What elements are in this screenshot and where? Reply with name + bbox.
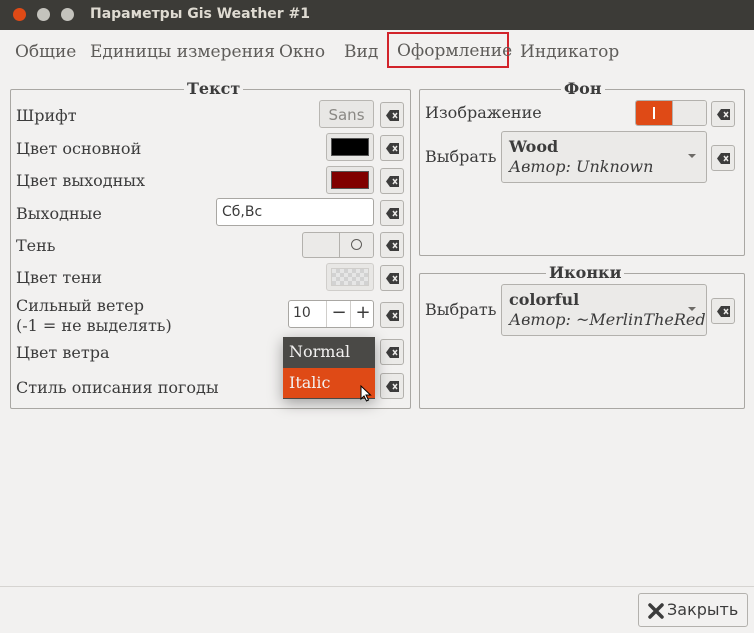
background-theme-clear-button[interactable] [711, 145, 735, 171]
main-color-clear-button[interactable] [380, 135, 404, 161]
background-image-label: Изображение [425, 103, 542, 122]
background-select-label: Выбрать [425, 147, 497, 166]
switch-knob [672, 101, 706, 125]
icons-theme-combo[interactable]: colorful Автор: ~MerlinTheRed [501, 284, 707, 336]
window-maximize-button[interactable] [61, 8, 74, 21]
backspace-icon [386, 273, 399, 284]
tab-view[interactable]: Вид [344, 42, 378, 62]
weekend-clear-button[interactable] [380, 200, 404, 226]
strong-wind-hint: (-1 = не выделять) [16, 316, 172, 335]
popup-item-normal[interactable]: Normal [283, 337, 375, 367]
weekend-input[interactable]: Сб,Вс [216, 198, 374, 226]
weather-style-label: Стиль описания погоды [16, 378, 219, 397]
background-frame: Фон Изображение Выбрать Wood Автор: Unkn… [419, 79, 745, 256]
shadow-switch-knob [339, 233, 373, 257]
backspace-icon [386, 208, 399, 219]
mouse-cursor-icon [360, 385, 372, 402]
icons-frame-title: Иконки [546, 263, 625, 282]
strong-wind-spinner[interactable]: 10 − + [288, 300, 374, 328]
tab-appearance[interactable]: Оформление [387, 32, 513, 68]
tab-appearance-label: Оформление [397, 41, 513, 61]
background-theme-name: Wood [509, 137, 559, 156]
tab-bar: Общие Единицы измерения Окно Вид Индикат… [0, 30, 754, 73]
weekend-label: Выходные [16, 204, 102, 223]
strong-wind-clear-button[interactable] [380, 302, 404, 328]
backspace-icon [717, 153, 730, 164]
tab-window[interactable]: Окно [279, 42, 325, 62]
backspace-icon [386, 240, 399, 251]
tab-general[interactable]: Общие [15, 42, 76, 62]
close-button-label: Закрыть [667, 600, 739, 619]
weather-style-clear-button[interactable] [380, 373, 404, 399]
minus-icon[interactable]: − [326, 301, 351, 327]
weekend-color-label: Цвет выходных [16, 171, 146, 190]
window-title: Параметры Gis Weather #1 [90, 6, 311, 22]
font-clear-button[interactable] [380, 102, 404, 128]
backspace-icon [386, 347, 399, 358]
backspace-icon [386, 110, 399, 121]
icons-theme-name: colorful [509, 290, 580, 309]
background-theme-combo[interactable]: Wood Автор: Unknown [501, 131, 707, 183]
wind-color-clear-button[interactable] [380, 339, 404, 365]
backspace-icon [386, 143, 399, 154]
icons-theme-author: Автор: ~MerlinTheRed [509, 310, 706, 329]
backspace-icon [717, 306, 730, 317]
dropdown-arrow-icon [688, 154, 696, 158]
main-color-swatch [331, 138, 369, 156]
content-panel: Текст Шрифт Sans Цвет основной Цвет выхо… [1, 73, 753, 586]
shadow-color-button[interactable] [326, 263, 374, 291]
weekend-color-swatch [331, 171, 369, 189]
plus-icon[interactable]: + [350, 301, 375, 327]
strong-wind-label: Сильный ветер [16, 296, 144, 315]
icons-frame: Иконки Выбрать colorful Автор: ~MerlinTh… [419, 263, 745, 409]
main-color-button[interactable] [326, 133, 374, 161]
window-minimize-button[interactable] [37, 8, 50, 21]
strong-wind-value: 10 [293, 305, 311, 321]
backspace-icon [386, 310, 399, 321]
weekend-color-button[interactable] [326, 166, 374, 194]
background-frame-title: Фон [561, 79, 605, 98]
icons-theme-clear-button[interactable] [711, 298, 735, 324]
icons-select-label: Выбрать [425, 300, 497, 319]
shadow-color-clear-button[interactable] [380, 265, 404, 291]
shadow-label: Тень [16, 236, 56, 255]
font-label: Шрифт [16, 106, 77, 125]
dropdown-arrow-icon [688, 307, 696, 311]
background-theme-author: Автор: Unknown [509, 157, 654, 176]
settings-content: Текст Шрифт Sans Цвет основной Цвет выхо… [0, 72, 754, 586]
off-circle-icon [351, 239, 362, 250]
on-bar-icon [653, 107, 655, 119]
shadow-clear-button[interactable] [380, 232, 404, 258]
main-color-label: Цвет основной [16, 139, 142, 158]
shadow-switch[interactable] [302, 232, 374, 258]
title-bar: Параметры Gis Weather #1 [0, 0, 754, 30]
weekend-color-clear-button[interactable] [380, 168, 404, 194]
shadow-color-label: Цвет тени [16, 268, 103, 287]
backspace-icon [386, 176, 399, 187]
background-image-clear-button[interactable] [711, 101, 735, 127]
close-x-icon [648, 603, 664, 619]
wind-color-label: Цвет ветра [16, 343, 110, 362]
weather-style-popup: Normal Italic [283, 337, 375, 402]
background-image-switch[interactable] [635, 100, 707, 126]
window-close-button[interactable] [13, 8, 26, 21]
tab-indicator[interactable]: Индикатор [520, 42, 619, 62]
close-button[interactable]: Закрыть [638, 593, 748, 627]
font-button[interactable]: Sans [319, 100, 374, 128]
backspace-icon [386, 381, 399, 392]
text-frame-title: Текст [184, 79, 244, 98]
switch-on-part [636, 101, 672, 125]
tab-units[interactable]: Единицы измерения [90, 42, 275, 62]
backspace-icon [717, 109, 730, 120]
shadow-color-swatch [331, 268, 369, 286]
